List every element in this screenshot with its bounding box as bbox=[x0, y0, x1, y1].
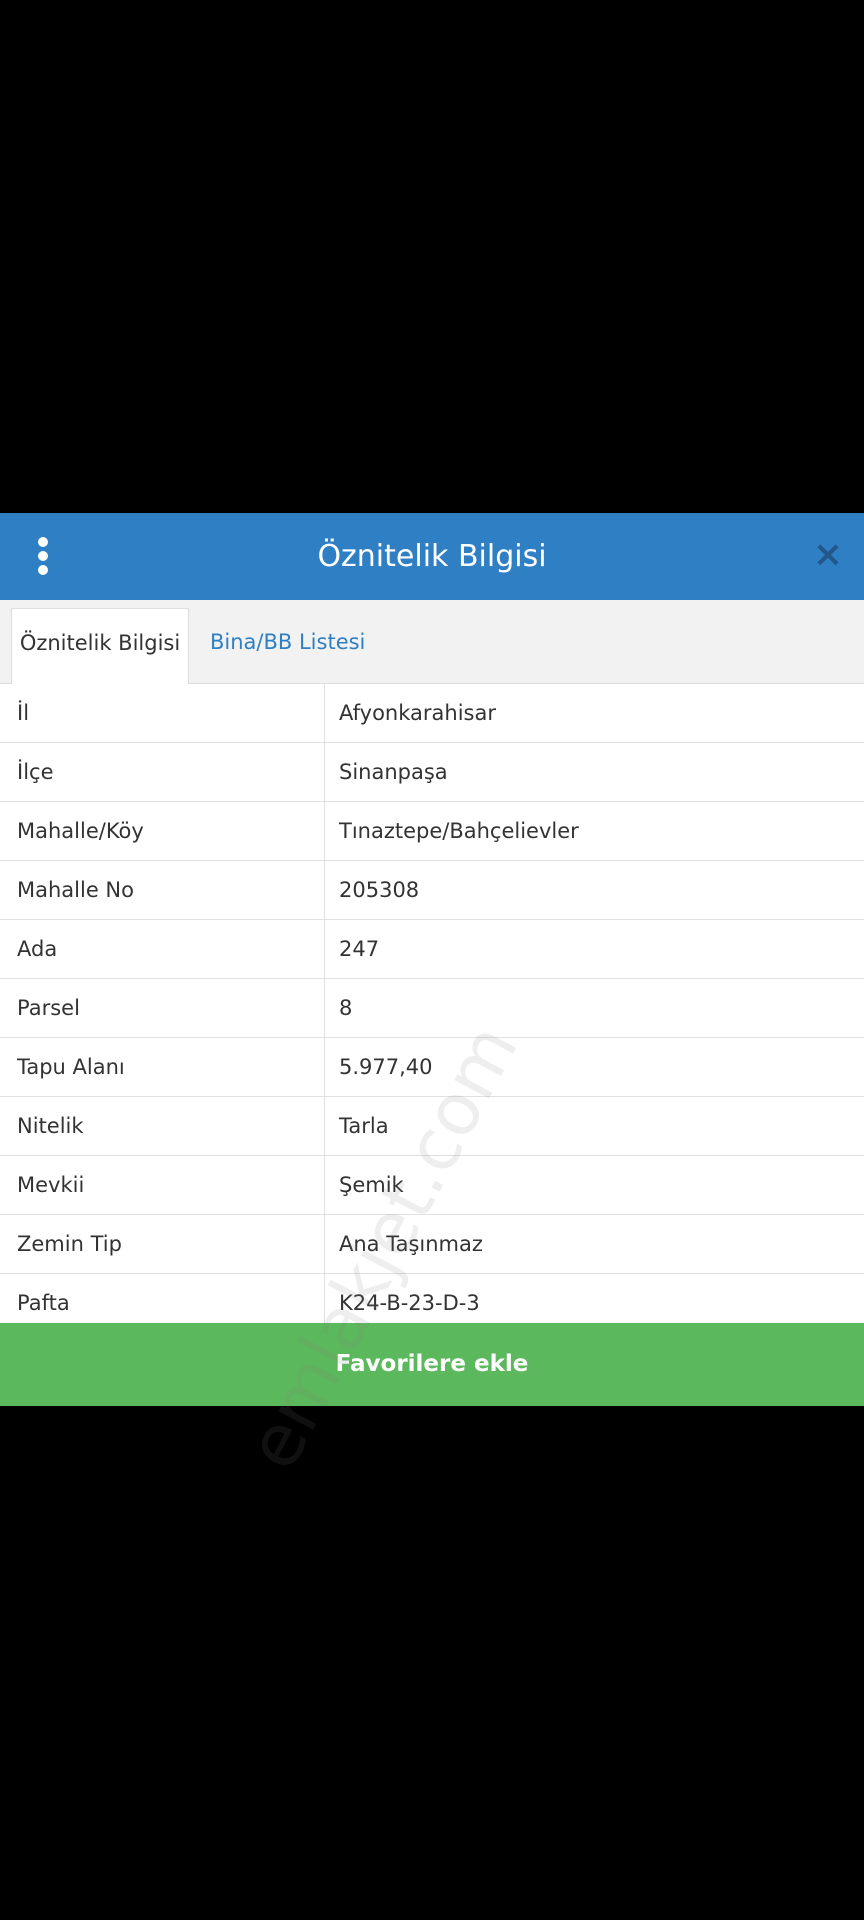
attribute-value: Ana Taşınmaz bbox=[339, 1232, 483, 1256]
attribute-info-dialog: Öznitelik Bilgisi × Öznitelik Bilgisi Bi… bbox=[0, 513, 864, 1482]
attribute-value: Afyonkarahisar bbox=[339, 701, 496, 725]
attribute-key: Tapu Alanı bbox=[0, 1038, 325, 1096]
attribute-key: İl bbox=[0, 684, 325, 742]
table-row: Mahalle No 205308 bbox=[0, 861, 864, 920]
attribute-value: Tarla bbox=[339, 1114, 389, 1138]
table-row: İlçe Sinanpaşa bbox=[0, 743, 864, 802]
attribute-key: Parsel bbox=[0, 979, 325, 1037]
attribute-value: 205308 bbox=[339, 878, 420, 902]
tab-bar: Öznitelik Bilgisi Bina/BB Listesi bbox=[0, 600, 864, 684]
attribute-table: İl Afyonkarahisar İlçe Sinanpaşa Mahalle… bbox=[0, 684, 864, 1333]
attribute-key: Mahalle No bbox=[0, 861, 325, 919]
attribute-key: Mevkii bbox=[0, 1156, 325, 1214]
attribute-key: Zemin Tip bbox=[0, 1215, 325, 1273]
attribute-value: 247 bbox=[339, 937, 380, 961]
add-to-favorites-button[interactable]: Favorilere ekle bbox=[0, 1323, 864, 1406]
table-row: Zemin Tip Ana Taşınmaz bbox=[0, 1215, 864, 1274]
table-row: Tapu Alanı 5.977,40 bbox=[0, 1038, 864, 1097]
dialog-header: Öznitelik Bilgisi × bbox=[0, 513, 864, 600]
attribute-value: 8 bbox=[339, 996, 353, 1020]
table-row: İl Afyonkarahisar bbox=[0, 684, 864, 743]
attribute-key: Ada bbox=[0, 920, 325, 978]
attribute-key: Mahalle/Köy bbox=[0, 802, 325, 860]
attribute-key: Nitelik bbox=[0, 1097, 325, 1155]
tab-building-list[interactable]: Bina/BB Listesi bbox=[196, 608, 379, 691]
attribute-value: Sinanpaşa bbox=[339, 760, 448, 784]
table-row: Mevkii Şemik bbox=[0, 1156, 864, 1215]
attribute-key: İlçe bbox=[0, 743, 325, 801]
attribute-value: Tınaztepe/Bahçelievler bbox=[339, 819, 579, 843]
dialog-title: Öznitelik Bilgisi bbox=[317, 539, 547, 574]
table-row: Parsel 8 bbox=[0, 979, 864, 1038]
table-row: Nitelik Tarla bbox=[0, 1097, 864, 1156]
table-row: Ada 247 bbox=[0, 920, 864, 979]
close-icon[interactable]: × bbox=[808, 535, 848, 575]
more-vertical-icon[interactable] bbox=[28, 533, 58, 579]
table-row: Mahalle/Köy Tınaztepe/Bahçelievler bbox=[0, 802, 864, 861]
tab-attribute-info[interactable]: Öznitelik Bilgisi bbox=[11, 608, 189, 684]
attribute-value: Şemik bbox=[339, 1173, 404, 1197]
attribute-value: 5.977,40 bbox=[339, 1055, 433, 1079]
